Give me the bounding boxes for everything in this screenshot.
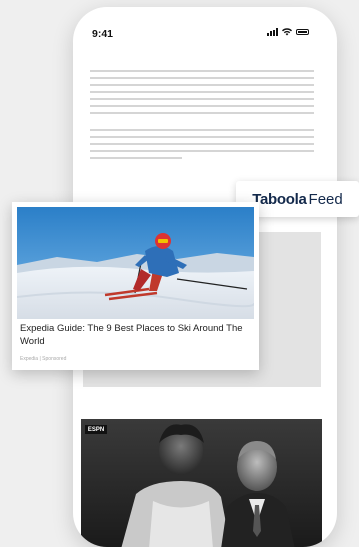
- ad-source: Expedia: [20, 356, 39, 362]
- placeholder-text-line: [90, 70, 314, 72]
- placeholder-text-line: [90, 150, 314, 152]
- placeholder-text-line: [90, 136, 314, 138]
- ad-meta: Expedia | Sponsored: [20, 356, 66, 362]
- placeholder-text-line: [90, 157, 182, 159]
- placeholder-text-line: [90, 105, 314, 107]
- ad-separator: |: [39, 356, 41, 362]
- espn-photo: [121, 424, 295, 547]
- placeholder-text-line: [90, 77, 314, 79]
- placeholder-text-line: [90, 143, 314, 145]
- status-time: 9:41: [92, 28, 114, 40]
- wifi-icon: [282, 28, 292, 36]
- placeholder-text-line: [90, 112, 314, 114]
- placeholder-text-line: [90, 98, 314, 100]
- sponsored-label: Sponsored: [42, 356, 67, 362]
- placeholder-text-line: [90, 91, 314, 93]
- signal-icon: [267, 28, 278, 36]
- placeholder-text-line: [90, 84, 314, 86]
- placeholder-text-line: [90, 129, 314, 131]
- battery-icon: [296, 29, 309, 35]
- ski-ad-image[interactable]: [17, 207, 254, 319]
- taboola-logo: Taboola: [252, 190, 307, 208]
- ad-title[interactable]: Expedia Guide: The 9 Best Places to Ski …: [20, 322, 256, 348]
- espn-feed-image[interactable]: ESPN: [81, 419, 322, 547]
- feed-label: Feed: [308, 190, 343, 208]
- sponsored-ad-card[interactable]: Expedia Guide: The 9 Best Places to Ski …: [12, 202, 259, 370]
- skier-photo: [17, 207, 254, 319]
- status-icons: [267, 28, 309, 36]
